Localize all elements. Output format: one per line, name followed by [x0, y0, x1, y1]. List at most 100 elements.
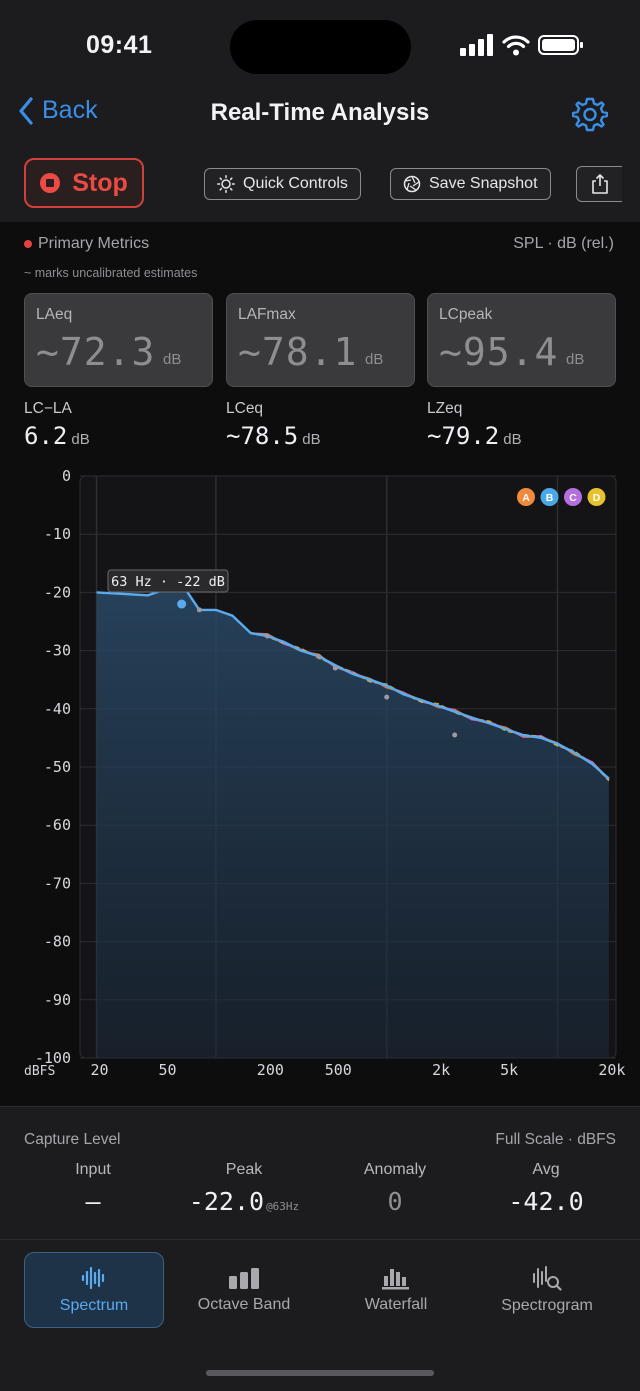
share-icon	[591, 174, 608, 194]
spectrum-chart-svg[interactable]: 0-10-20-30-40-50-60-70-80-90-100 20 50 200…	[0, 466, 640, 1086]
tab-spectrum[interactable]: Spectrum	[24, 1252, 164, 1328]
gear-icon	[571, 97, 609, 132]
metrics-header: Primary Metrics	[24, 235, 149, 253]
status-time: 09:41	[86, 31, 153, 59]
metric-value: ~72.3	[36, 330, 156, 374]
settings-button[interactable]	[571, 96, 609, 137]
secondary-unit: dB	[302, 431, 321, 448]
y-tick-label: -60	[44, 816, 71, 834]
capture-avg: Avg -42.0	[471, 1161, 621, 1216]
marker-point	[264, 633, 270, 639]
tooltip-text: 63 Hz · -22 dB	[111, 574, 225, 590]
capture-title: Capture Level	[24, 1131, 121, 1148]
secondary-label: LCeq	[226, 400, 264, 417]
tab-waterfall[interactable]: Waterfall	[326, 1252, 466, 1328]
sun-icon	[217, 175, 235, 193]
wifi-icon	[502, 35, 530, 56]
metric-label: LAFmax	[238, 306, 296, 323]
tab-octave-band[interactable]: Octave Band	[174, 1252, 314, 1328]
x-tick-label: 5k	[500, 1061, 518, 1079]
marker-point	[177, 599, 187, 609]
marker-point	[332, 665, 338, 671]
metrics-title: Primary Metrics	[38, 235, 150, 252]
battery-icon	[538, 35, 583, 55]
metric-card-laeq[interactable]: LAeq ~72.3 dB	[24, 293, 213, 387]
marker-point	[384, 694, 390, 700]
y-tick-labels: 0-10-20-30-40-50-60-70-80-90-100	[35, 467, 71, 1067]
x-tick-label: 50	[158, 1061, 176, 1079]
waterfall-icon	[382, 1269, 409, 1290]
legend-label: C	[569, 492, 577, 504]
y-tick-label: -10	[44, 525, 71, 543]
y-tick-label: -50	[44, 758, 71, 776]
metric-value: ~78.1	[238, 330, 358, 374]
x-tick-label: 2k	[432, 1061, 450, 1079]
metric-value: ~95.4	[439, 330, 559, 374]
metric-unit: dB	[566, 351, 585, 368]
metric-unit: dB	[365, 351, 384, 368]
capture-input-value: —	[85, 1187, 101, 1216]
status-icons	[460, 34, 584, 56]
metric-card-lafmax[interactable]: LAFmax ~78.1 dB	[226, 293, 415, 387]
spectrum-chart[interactable]: 0 -10 -20 -30 -40 -50 -60 -70 -80 -90 -100 20 50 200…	[0, 466, 640, 1086]
capture-peak-value: -22.0	[188, 1187, 265, 1216]
metrics-unit: SPL · dB (rel.)	[513, 235, 614, 252]
metric-card-lcpeak[interactable]: LCpeak ~95.4 dB	[427, 293, 616, 387]
tooltip: 63 Hz · -22 dB	[107, 569, 229, 593]
marker-point	[316, 653, 322, 659]
metrics-note: ~ marks uncalibrated estimates	[24, 266, 198, 280]
y-tick-label: -80	[44, 933, 71, 951]
tab-bar: Spectrum Octave Band Waterfall Spectrogr…	[0, 1239, 640, 1391]
capture-anomaly-value: 0	[387, 1187, 403, 1216]
quick-controls-button[interactable]: Quick Controls	[204, 168, 361, 200]
stop-button[interactable]: Stop	[24, 158, 144, 208]
stop-icon	[40, 173, 61, 193]
stop-label: Stop	[72, 168, 128, 197]
y-tick-label: -20	[44, 583, 71, 601]
tab-label: Octave Band	[197, 1296, 291, 1313]
tab-label: Spectrum	[59, 1297, 129, 1314]
legend-label: A	[522, 492, 530, 504]
spectrogram-icon	[533, 1266, 562, 1291]
secondary-unit: dB	[71, 431, 90, 448]
secondary-label: LZeq	[427, 400, 463, 417]
share-button[interactable]	[576, 166, 622, 202]
signal-icon	[460, 34, 493, 56]
capture-avg-label: Avg	[532, 1161, 560, 1178]
page-title: Real-Time Analysis	[210, 99, 430, 126]
capture-input: Input —	[18, 1161, 168, 1216]
save-snapshot-button[interactable]: Save Snapshot	[390, 168, 551, 200]
x-tick-label: 20k	[598, 1061, 625, 1079]
capture-level-panel: Capture Level Full Scale · dBFS Input — …	[0, 1106, 640, 1239]
legend-label: B	[546, 492, 554, 504]
live-indicator	[24, 240, 32, 248]
marker-point	[452, 732, 458, 738]
x-tick-label: 200	[257, 1061, 284, 1079]
y-tick-label: -70	[44, 874, 71, 892]
marker-point	[196, 607, 202, 613]
y-tick-label: -90	[44, 991, 71, 1009]
y-tick-label: -40	[44, 700, 71, 718]
y-tick-label: -30	[44, 642, 71, 660]
x-tick-labels: 20 50 200 500 2k 5k 20k	[91, 1061, 626, 1079]
y-axis-unit: dBFS	[24, 1064, 55, 1079]
x-tick-label: 500	[325, 1061, 352, 1079]
secondary-value: ~78.5	[226, 422, 299, 450]
capture-anomaly-label: Anomaly	[363, 1161, 427, 1178]
camera-shutter-icon	[403, 175, 421, 193]
secondary-value: ~79.2	[427, 422, 500, 450]
y-tick-label: 0	[62, 467, 71, 485]
metric-unit: dB	[163, 351, 182, 368]
waveform-icon	[81, 1266, 105, 1290]
secondary-metric-lc-la: LC−LA 6.2 dB	[24, 400, 90, 450]
capture-peak-note: @63Hz	[266, 1200, 300, 1213]
quick-controls-label: Quick Controls	[243, 175, 348, 192]
secondary-value: 6.2	[24, 422, 68, 450]
octave-bars-icon	[229, 1268, 259, 1289]
capture-input-label: Input	[75, 1161, 111, 1178]
dynamic-island	[230, 20, 411, 74]
metric-label: LCpeak	[439, 306, 493, 323]
capture-peak: Peak -22.0 @63Hz	[169, 1161, 319, 1216]
tab-label: Waterfall	[364, 1296, 428, 1313]
tab-spectrogram[interactable]: Spectrogram	[477, 1252, 617, 1328]
